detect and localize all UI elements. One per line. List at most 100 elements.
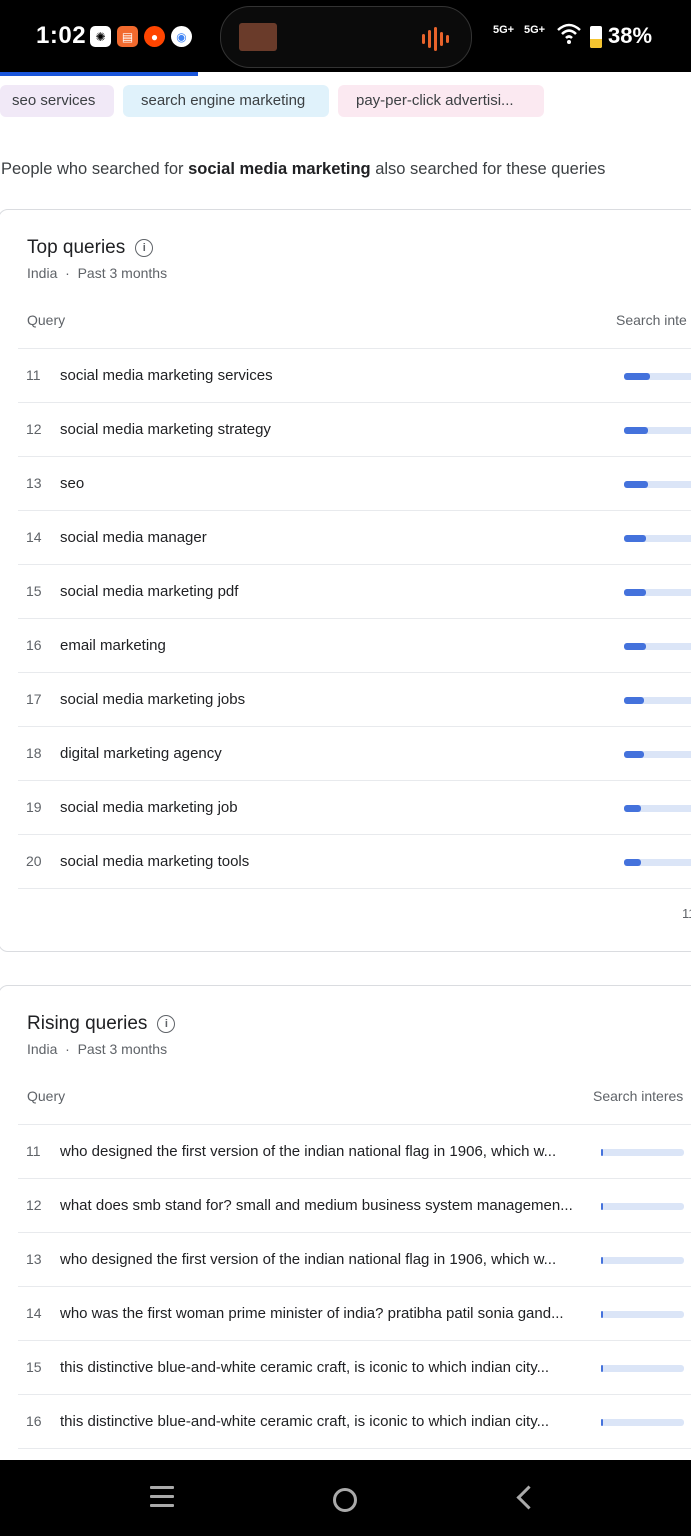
interest-bar-fill xyxy=(624,481,648,488)
interest-bar xyxy=(601,1203,684,1210)
dynamic-island[interactable] xyxy=(220,6,472,68)
query-text[interactable]: who was the first woman prime minister o… xyxy=(60,1287,564,1340)
info-icon[interactable]: i xyxy=(157,1015,176,1033)
interest-bar xyxy=(624,589,691,596)
table-row[interactable]: 16 email marketing xyxy=(18,618,691,672)
query-text[interactable]: this distinctive blue-and-white ceramic … xyxy=(60,1341,549,1394)
rising-queries-card: Rising queries i India · Past 3 months S… xyxy=(0,985,691,1507)
table-row[interactable]: 14 who was the first woman prime minister… xyxy=(18,1286,691,1340)
row-number: 12 xyxy=(26,1197,42,1213)
query-text[interactable]: who designed the first version of the in… xyxy=(60,1125,556,1178)
interest-bar-fill xyxy=(624,427,648,434)
interest-bar xyxy=(624,643,691,650)
interest-bar-fill xyxy=(601,1419,603,1426)
media-thumbnail xyxy=(239,23,277,51)
chip-seo-services[interactable]: seo services xyxy=(0,85,114,117)
row-number: 19 xyxy=(26,799,42,815)
chip-pay-per-click[interactable]: pay-per-click advertisi... xyxy=(338,85,544,117)
row-number: 17 xyxy=(26,691,42,707)
card-title: Top queries xyxy=(27,237,126,258)
interest-bar-fill xyxy=(624,589,646,596)
interest-bar-fill xyxy=(601,1149,603,1156)
row-number: 12 xyxy=(26,421,42,437)
reddit-icon: ● xyxy=(144,26,165,47)
query-text[interactable]: social media marketing tools xyxy=(60,835,249,888)
row-number: 18 xyxy=(26,745,42,761)
query-text[interactable]: social media manager xyxy=(60,511,207,564)
battery-percent: 38% xyxy=(608,23,653,48)
query-text[interactable]: who designed the first version of the in… xyxy=(60,1233,556,1286)
query-text[interactable]: social media marketing jobs xyxy=(60,673,245,726)
card-title: Rising queries xyxy=(27,1013,148,1034)
table-end-divider xyxy=(18,888,691,889)
active-tab-indicator xyxy=(0,72,198,76)
query-text[interactable]: what does smb stand for? small and mediu… xyxy=(60,1179,573,1232)
top-queries-list: 11 social media marketing services 12 socia… xyxy=(18,348,691,889)
query-text[interactable]: this distinctive blue-and-white ceramic … xyxy=(60,1395,549,1448)
row-number: 11 xyxy=(26,1143,41,1159)
chatgpt-icon: ✺ xyxy=(90,26,111,47)
card-subtitle: India · Past 3 months xyxy=(27,1041,168,1057)
related-suffix: also searched for these queries xyxy=(370,160,606,178)
interest-bar xyxy=(624,805,691,812)
query-text[interactable]: seo xyxy=(60,457,84,510)
interest-bar-fill xyxy=(624,697,644,704)
query-text[interactable]: social media marketing pdf xyxy=(60,565,238,618)
row-number: 15 xyxy=(26,583,42,599)
table-row[interactable]: 13 seo xyxy=(18,456,691,510)
bookmark-app-icon: ▤ xyxy=(117,26,138,47)
table-end-divider xyxy=(18,1448,691,1449)
table-row[interactable]: 11 social media marketing services xyxy=(18,348,691,402)
query-text[interactable]: digital marketing agency xyxy=(60,727,222,780)
top-queries-card: Top queries i India · Past 3 months Quer… xyxy=(0,209,691,952)
interest-bar xyxy=(624,535,691,542)
back-icon[interactable] xyxy=(516,1485,541,1510)
table-row[interactable]: 12 social media marketing strategy xyxy=(18,402,691,456)
interest-bar xyxy=(601,1149,684,1156)
interest-bar-fill xyxy=(624,373,650,380)
row-number: 16 xyxy=(26,637,42,653)
query-text[interactable]: social media marketing strategy xyxy=(60,403,271,456)
status-bar: 1:02 ✺ ▤ ● ◉ 5G+ 5G+ 38% xyxy=(0,0,691,72)
table-row[interactable]: 17 social media marketing jobs xyxy=(18,672,691,726)
interest-bar xyxy=(601,1257,684,1264)
interest-bar-fill xyxy=(624,643,646,650)
chip-search-engine-marketing[interactable]: search engine marketing xyxy=(123,85,329,117)
top-queries-header: Top queries i xyxy=(27,237,154,259)
row-number: 11 xyxy=(26,367,41,383)
interest-bar xyxy=(624,427,691,434)
recent-apps-icon[interactable] xyxy=(150,1486,174,1513)
row-number: 13 xyxy=(26,1251,42,1267)
table-row[interactable]: 19 social media marketing job xyxy=(18,780,691,834)
battery-icon xyxy=(590,26,602,48)
audio-wave-icon xyxy=(422,27,449,51)
interest-bar-fill xyxy=(601,1203,603,1210)
notification-icons: ✺ ▤ ● ◉ xyxy=(90,26,192,47)
region: India xyxy=(27,1041,58,1057)
pagination-label[interactable]: 11 xyxy=(682,906,691,921)
info-icon[interactable]: i xyxy=(135,239,154,257)
query-text[interactable]: email marketing xyxy=(60,619,166,672)
period: Past 3 months xyxy=(77,265,168,281)
table-row[interactable]: 15 social media marketing pdf xyxy=(18,564,691,618)
rising-queries-list: 11 who designed the first version of the … xyxy=(18,1124,691,1449)
query-column-header: Query xyxy=(27,312,66,328)
query-column-header: Query xyxy=(27,1088,66,1104)
table-row[interactable]: 15 this distinctive blue-and-white cerami… xyxy=(18,1340,691,1394)
table-row[interactable]: 20 social media marketing tools xyxy=(18,834,691,888)
interest-bar-fill xyxy=(624,859,641,866)
table-row[interactable]: 14 social media manager xyxy=(18,510,691,564)
interest-bar-fill xyxy=(601,1365,603,1372)
related-term: social media marketing xyxy=(188,160,371,178)
query-text[interactable]: social media marketing services xyxy=(60,349,273,402)
table-row[interactable]: 18 digital marketing agency xyxy=(18,726,691,780)
interest-column-header: Search interes xyxy=(593,1088,684,1104)
table-row[interactable]: 13 who designed the first version of the … xyxy=(18,1232,691,1286)
interest-bar xyxy=(601,1419,684,1426)
home-icon[interactable] xyxy=(333,1488,357,1512)
table-row[interactable]: 11 who designed the first version of the … xyxy=(18,1124,691,1178)
rising-queries-header: Rising queries i xyxy=(27,1013,176,1035)
query-text[interactable]: social media marketing job xyxy=(60,781,238,834)
table-row[interactable]: 16 this distinctive blue-and-white cerami… xyxy=(18,1394,691,1448)
table-row[interactable]: 12 what does smb stand for? small and med… xyxy=(18,1178,691,1232)
